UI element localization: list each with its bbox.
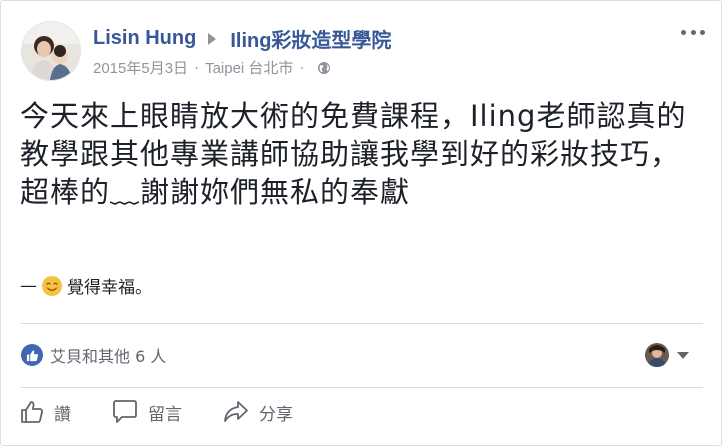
avatar-photo bbox=[22, 22, 80, 80]
share-label: 分享 bbox=[259, 404, 293, 425]
more-dot-icon bbox=[681, 29, 686, 35]
author-avatar[interactable] bbox=[21, 21, 81, 81]
reactions-summary[interactable]: 艾貝和其他 6 人 bbox=[21, 343, 166, 367]
comment-label: 留言 bbox=[148, 404, 182, 425]
like-button[interactable]: 讚 bbox=[19, 399, 71, 425]
globe-icon[interactable] bbox=[317, 61, 331, 75]
divider bbox=[20, 323, 703, 324]
feeling-dash: — bbox=[20, 275, 37, 296]
share-arrow-icon bbox=[224, 401, 248, 422]
author-name-link[interactable]: Lisin Hung bbox=[93, 27, 196, 50]
more-options-button[interactable] bbox=[681, 23, 705, 41]
post-card: Lisin Hung Iling彩妝造型學院 2015年5月3日 · Taipe… bbox=[0, 0, 722, 446]
more-dot-icon bbox=[700, 29, 705, 35]
page-name-link[interactable]: Iling彩妝造型學院 bbox=[230, 24, 391, 53]
more-dot-icon bbox=[690, 29, 696, 35]
viewer-avatar bbox=[645, 343, 669, 367]
to-arrow-icon bbox=[208, 32, 217, 45]
chevron-down-icon bbox=[677, 351, 689, 359]
thumbs-up-icon bbox=[21, 401, 43, 423]
like-reaction-icon bbox=[21, 344, 43, 366]
viewer-selector[interactable] bbox=[645, 343, 689, 367]
comment-bubble-icon bbox=[113, 400, 137, 423]
meta-separator: · bbox=[194, 59, 200, 76]
feeling-text: 覺得幸福。 bbox=[67, 278, 152, 298]
divider bbox=[20, 387, 703, 388]
share-button[interactable]: 分享 bbox=[222, 399, 293, 425]
feeling-line: — 覺得幸福。 bbox=[20, 273, 152, 298]
reactions-count-text: 艾貝和其他 6 人 bbox=[50, 347, 167, 366]
like-label: 讚 bbox=[54, 404, 71, 425]
post-date-link[interactable]: 2015年5月3日 bbox=[93, 57, 188, 78]
post-actions-bar: 讚 留言 分享 bbox=[19, 399, 293, 425]
post-meta: 2015年5月3日 · Taipei 台北市 · bbox=[93, 57, 331, 78]
location-link[interactable]: Taipei 台北市 bbox=[205, 57, 293, 78]
comment-button[interactable]: 留言 bbox=[111, 399, 182, 425]
post-header-names: Lisin Hung Iling彩妝造型學院 bbox=[93, 24, 391, 53]
post-body-text: 今天來上眼睛放大術的免費課程，Iling老師認真的教學跟其他專業講師協助讓我學到… bbox=[20, 99, 687, 209]
smiling-face-icon bbox=[42, 275, 62, 296]
meta-separator-2: · bbox=[299, 59, 305, 76]
